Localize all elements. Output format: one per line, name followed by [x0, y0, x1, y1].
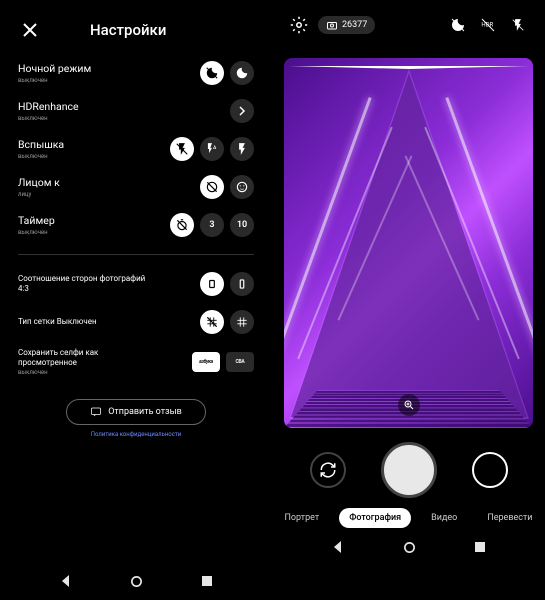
- face-off-icon[interactable]: [200, 175, 224, 199]
- label: Таймер: [18, 214, 55, 227]
- gear-icon[interactable]: [288, 14, 310, 36]
- mode-selector[interactable]: Портрет Фотография Видео Перевести: [272, 500, 545, 532]
- row-timer: Таймер выключен 3 10: [18, 206, 254, 244]
- settings-title: Настройки: [90, 21, 166, 39]
- label: HDRenhance: [18, 100, 79, 113]
- grid-on-icon[interactable]: [230, 310, 254, 334]
- label: Ночной режим: [18, 62, 91, 75]
- svg-text:A: A: [213, 145, 217, 151]
- shutter-button[interactable]: [381, 442, 437, 498]
- privacy-policy-link[interactable]: Политика конфиденциальности: [18, 431, 254, 438]
- mode-video[interactable]: Видео: [421, 508, 467, 528]
- nav-home-icon[interactable]: [130, 575, 143, 588]
- row-selfie: Сохранить селфи как просмотренное выключ…: [18, 341, 254, 383]
- counter-value: 26377: [342, 20, 367, 30]
- divider: [18, 254, 254, 255]
- row-aspect: Соотношение сторон фотографий 4:3: [18, 265, 254, 303]
- row-night-mode: Ночной режим выключен: [18, 54, 254, 92]
- value: 4:3: [18, 284, 145, 294]
- flash-on-icon[interactable]: [230, 137, 254, 161]
- flash-off-icon[interactable]: [170, 137, 194, 161]
- sub: выключен: [18, 369, 158, 376]
- timer-10[interactable]: 10: [230, 213, 254, 237]
- camera-controls: [272, 436, 545, 500]
- nav-recent-icon[interactable]: [474, 541, 486, 553]
- face-on-icon[interactable]: [230, 175, 254, 199]
- nav-back-icon[interactable]: [59, 574, 73, 588]
- aspect-169-icon[interactable]: [230, 272, 254, 296]
- switch-camera-button[interactable]: [310, 452, 346, 488]
- label: Соотношение сторон фотографий: [18, 274, 145, 284]
- timer-off-icon[interactable]: [170, 213, 194, 237]
- sub: выключен: [18, 229, 55, 236]
- label: Сохранить селфи как просмотренное: [18, 348, 158, 367]
- sub: выключен: [18, 115, 79, 122]
- camera-icon: [326, 19, 338, 31]
- aspect-43-icon[interactable]: [200, 272, 224, 296]
- mode-photo[interactable]: Фотография: [339, 508, 411, 528]
- timer-3[interactable]: 3: [200, 213, 224, 237]
- flash-toggle-icon[interactable]: [507, 14, 529, 36]
- nav-recent-icon[interactable]: [201, 575, 213, 587]
- grid-off-icon[interactable]: [200, 310, 224, 334]
- photo-counter[interactable]: 26377: [318, 16, 375, 34]
- chevron-right-icon[interactable]: [230, 99, 254, 123]
- hdr-toggle-icon[interactable]: HDR: [477, 14, 499, 36]
- mode-translate[interactable]: Перевести: [477, 508, 542, 528]
- feedback-button[interactable]: Отправить отзыв: [66, 399, 206, 425]
- flash-auto-icon[interactable]: A: [200, 137, 224, 161]
- nav-back-icon[interactable]: [331, 540, 345, 554]
- row-hdr[interactable]: HDRenhance выключен: [18, 92, 254, 130]
- label: Вспышка: [18, 138, 64, 151]
- night-off-icon[interactable]: [200, 61, 224, 85]
- gallery-button[interactable]: [472, 452, 508, 488]
- feedback-icon: [90, 406, 102, 418]
- nav-home-icon[interactable]: [403, 541, 416, 554]
- camera-topbar: 26377 HDR: [272, 0, 545, 50]
- selfie-opt-b[interactable]: CBA: [226, 352, 254, 372]
- row-grid: Тип сетки Выключен: [18, 303, 254, 341]
- nav-bar-right: [272, 532, 545, 562]
- close-icon[interactable]: [18, 18, 42, 42]
- viewfinder[interactable]: [284, 58, 533, 428]
- zoom-icon[interactable]: [398, 394, 420, 416]
- feedback-label: Отправить отзыв: [108, 407, 182, 417]
- settings-header: Настройки: [18, 0, 254, 54]
- sub: лицу: [18, 191, 60, 198]
- night-on-icon[interactable]: [230, 61, 254, 85]
- label: Тип сетки Выключен: [18, 317, 97, 327]
- row-face: Лицом к лицу: [18, 168, 254, 206]
- sub: выключен: [18, 153, 64, 160]
- camera-panel: 26377 HDR Портрет Фотография Видео Перев…: [272, 0, 545, 600]
- sub: выключен: [18, 77, 91, 84]
- settings-panel: Настройки Ночной режим выключен HDRenhan…: [0, 0, 272, 600]
- nav-bar-left: [0, 566, 272, 596]
- night-toggle-icon[interactable]: [447, 14, 469, 36]
- label: Лицом к: [18, 176, 60, 189]
- mode-portrait[interactable]: Портрет: [275, 508, 330, 528]
- row-flash: Вспышка выключен A: [18, 130, 254, 168]
- selfie-opt-a[interactable]: азбука: [192, 352, 220, 372]
